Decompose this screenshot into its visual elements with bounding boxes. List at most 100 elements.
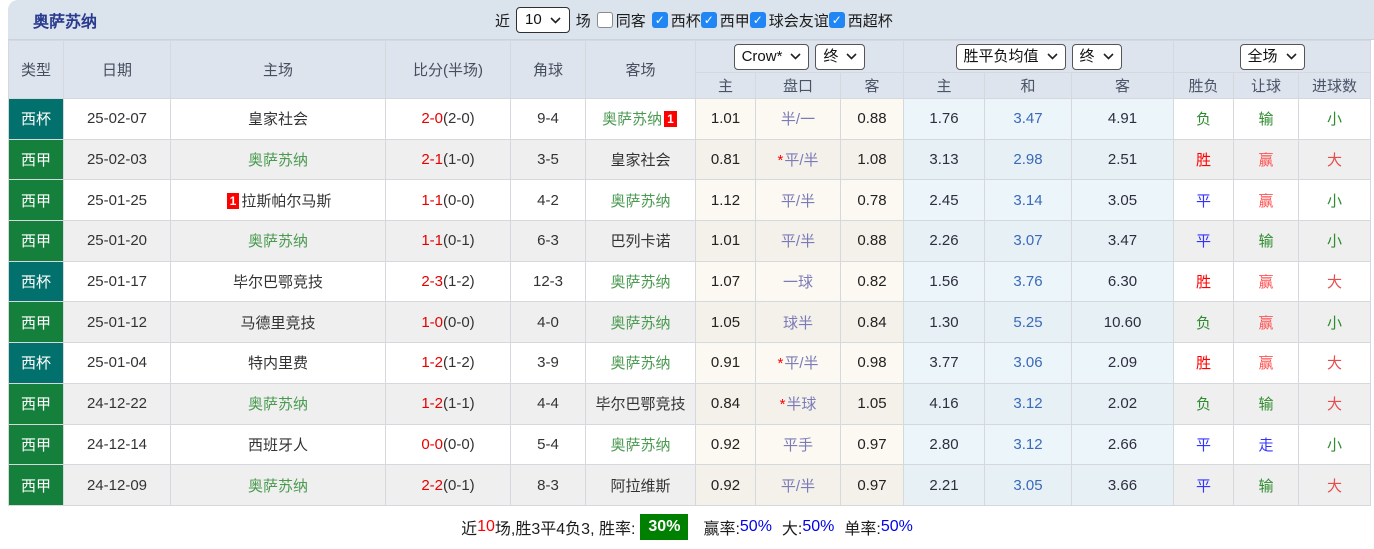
away-team: 奥萨苏纳 [585, 260, 696, 303]
handicap-text: 平/半 [784, 152, 819, 170]
avg-home-odds: 4.16 [903, 382, 986, 425]
full-score: 1-1 [421, 191, 443, 209]
half-score: (0-1) [443, 232, 475, 250]
result-goals: 大 [1298, 464, 1372, 506]
away-team: 奥萨苏纳 1 [585, 98, 696, 140]
col-header-score: 比分(半场) [385, 40, 511, 99]
home-team: 西班牙人 [170, 423, 386, 466]
half-score: (1-2) [443, 273, 475, 291]
match-date: 25-01-04 [63, 342, 171, 384]
odds-period-select[interactable]: 终 [815, 43, 866, 70]
result-goals: 小 [1298, 220, 1372, 262]
handicap: *平/半 [755, 138, 841, 181]
full-score: 1-0 [421, 313, 443, 331]
footer-summary: 场,胜3平4负3, 胜率: [494, 521, 636, 539]
type-badge: 西杯 [8, 342, 64, 384]
handicap: 平/半 [755, 220, 841, 262]
handicap-text: 球半 [782, 314, 813, 332]
home-odds: 1.01 [695, 220, 756, 262]
score: 2-2(0-1) [385, 464, 511, 506]
result-outcome: 平 [1173, 423, 1235, 466]
team-name: 皇家社会 [247, 111, 308, 129]
bookmaker-select[interactable]: Crow* [733, 43, 810, 70]
away-odds: 1.05 [839, 382, 905, 425]
score: 1-1(0-1) [385, 220, 511, 262]
match-date: 25-02-03 [63, 138, 171, 181]
avg-away-odds: 2.09 [1071, 342, 1175, 384]
handicap: 半/一 [755, 98, 841, 140]
team-name: 巴列卡诺 [610, 233, 671, 251]
match-date: 24-12-09 [63, 464, 171, 506]
league-filter-checkbox[interactable]: ✓ 西超杯 [828, 10, 893, 31]
home-team: 特内里费 [170, 342, 386, 384]
home-odds: 1.07 [695, 260, 756, 303]
league-filter-checkbox[interactable]: ✓ 西甲 [700, 10, 750, 31]
league-filter-label: 西杯 [670, 12, 701, 30]
avg-draw-odds: 3.12 [984, 382, 1073, 425]
sub-header-odds-home: 主 [695, 72, 756, 99]
score: 1-2(1-1) [385, 382, 511, 425]
score: 0-0(0-0) [385, 423, 511, 466]
red-card-badge: 1 [226, 192, 240, 209]
table-row: 西甲 24-12-22 奥萨苏纳 1-2(1-1) 4-4 毕尔巴鄂竞技 0.84 *半球 1.… [8, 382, 1372, 425]
match-date: 25-01-12 [63, 301, 171, 344]
scope-select[interactable]: 全场 [1239, 43, 1305, 70]
table-row: 西杯 25-02-07 皇家社会 2-0(2-0) 9-4 奥萨苏纳 1 1.01 半/一 0.8… [8, 98, 1372, 140]
sub-header-odds-away: 客 [839, 72, 905, 99]
table-row: 西甲 25-01-25 1 拉斯帕尔马斯 1-1(0-0) 4-2 奥萨苏纳 1.12 平/半 0… [8, 179, 1372, 222]
type-badge: 西杯 [8, 98, 64, 140]
away-odds: 0.84 [839, 301, 905, 344]
handicap-text: 半球 [786, 396, 817, 414]
rate2-label: 大: [781, 521, 803, 539]
type-badge: 西甲 [8, 423, 64, 466]
avg-away-odds: 2.02 [1071, 382, 1175, 425]
handicap-text: 平手 [782, 436, 813, 454]
away-odds: 0.82 [839, 260, 905, 303]
checkbox-checked-icon: ✓ [700, 12, 717, 28]
col-header-home: 主场 [170, 40, 386, 99]
result-goals: 小 [1298, 98, 1372, 140]
handicap: *平/半 [755, 342, 841, 384]
table-row: 西甲 24-12-14 西班牙人 0-0(0-0) 5-4 奥萨苏纳 0.92 平手 0.97 2… [8, 423, 1372, 466]
result-outcome: 负 [1173, 98, 1235, 140]
half-score: (0-0) [443, 191, 475, 209]
chevron-down-icon [846, 53, 858, 60]
home-odds: 1.05 [695, 301, 756, 344]
full-score: 0-0 [421, 435, 443, 453]
result-outcome: 平 [1173, 464, 1235, 506]
result-goals: 小 [1298, 301, 1372, 344]
team-name: 奥萨苏纳 [610, 274, 671, 292]
table-row: 西甲 25-02-03 奥萨苏纳 2-1(1-0) 3-5 皇家社会 0.81 *平/半 1.0… [8, 138, 1372, 181]
recent-count-select[interactable]: 10 [516, 7, 570, 33]
away-odds: 1.08 [839, 138, 905, 181]
team-name: 奥萨苏纳 [247, 152, 308, 170]
league-filter-checkbox[interactable]: ✓ 西杯 [651, 10, 701, 31]
sub-header-outcome: 胜负 [1173, 72, 1235, 99]
avg-draw-odds: 2.98 [984, 138, 1073, 181]
match-table: 类型 日期 主场 比分(半场) 角球 客场 Crow* 终 胜平负均值 终 全场… [8, 40, 1372, 506]
type-badge: 西甲 [8, 138, 64, 181]
checkbox-checked-icon: ✓ [828, 12, 845, 28]
col-header-date: 日期 [63, 40, 171, 99]
away-team: 奥萨苏纳 [585, 423, 696, 466]
home-odds: 0.92 [695, 423, 756, 466]
chevron-down-icon [1046, 53, 1058, 60]
rate1-label: 赢率: [703, 521, 740, 539]
away-odds: 0.78 [839, 179, 905, 222]
league-filter-checkbox[interactable]: ✓ 球会友谊 [749, 10, 829, 31]
team-name: 奥萨苏纳 [247, 233, 308, 251]
sub-header-avg-home: 主 [903, 72, 986, 99]
away-odds: 0.97 [839, 423, 905, 466]
same-opponent-checkbox[interactable]: 同客 [596, 10, 646, 31]
handicap-star: * [777, 355, 784, 373]
avg-home-odds: 3.13 [903, 138, 986, 181]
table-row: 西甲 24-12-09 奥萨苏纳 2-2(0-1) 8-3 阿拉维斯 0.92 平/半 0.97… [8, 464, 1372, 506]
rate3-label: 单率: [844, 521, 881, 539]
chevron-down-icon [790, 53, 801, 60]
avg-type-select[interactable]: 胜平负均值 [955, 43, 1066, 70]
league-filter-label: 西甲 [719, 12, 750, 30]
red-card-badge: 1 [664, 111, 677, 128]
home-odds: 0.92 [695, 464, 756, 506]
avg-period-select[interactable]: 终 [1071, 43, 1122, 70]
result-outcome: 胜 [1173, 138, 1235, 181]
